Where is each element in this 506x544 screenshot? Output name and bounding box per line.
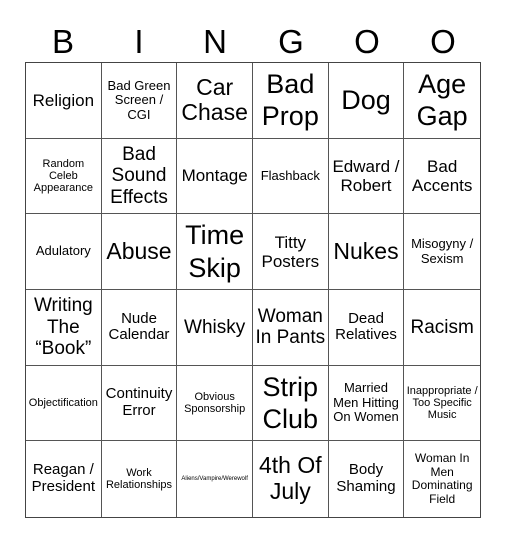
- bingo-cell-text: Continuity Error: [105, 385, 173, 419]
- bingo-cell[interactable]: Misogyny / Sexism: [404, 214, 480, 290]
- bingo-cell-text: Obvious Sponsorship: [184, 390, 246, 415]
- bingo-cell[interactable]: Married Men Hitting On Women: [328, 365, 405, 442]
- bingo-cell[interactable]: Inappropriate / Too Specific Music: [404, 366, 480, 442]
- bingo-cell-text: Nude Calendar: [108, 309, 170, 344]
- bingo-cell-text: Titty Posters: [261, 232, 320, 271]
- bingo-cell-text: Reagan / President: [31, 461, 96, 496]
- bingo-cell-text: 4th Of July: [258, 452, 322, 505]
- bingo-cell-text: Strip Club: [262, 371, 319, 434]
- bingo-cell[interactable]: Body Shaming: [329, 441, 405, 517]
- header-letter-b: B: [51, 23, 74, 60]
- bingo-cell[interactable]: Continuity Error: [101, 365, 178, 442]
- bingo-cell[interactable]: Writing The “Book”: [26, 289, 102, 366]
- bingo-cell[interactable]: Work Relationships: [102, 441, 178, 517]
- bingo-cell-text: Adulatory: [35, 243, 91, 259]
- bingo-cell-text: Montage: [181, 166, 248, 186]
- bingo-cell-text: Married Men Hitting On Women: [333, 380, 399, 425]
- bingo-cell-text: Woman In Men Dominating Field: [411, 451, 473, 506]
- bingo-cell-text: Bad Green Screen / CGI: [107, 77, 171, 122]
- bingo-cell-text: Aliens/Vampire/Werewolf: [181, 475, 248, 482]
- header-letter-o-2: O: [430, 23, 456, 60]
- bingo-cell-text: Bad Sound Effects: [110, 144, 168, 208]
- bingo-cell[interactable]: Obvious Sponsorship: [177, 365, 253, 442]
- bingo-cell[interactable]: Whisky: [177, 289, 253, 366]
- bingo-cell[interactable]: Woman In Men Dominating Field: [404, 441, 480, 517]
- bingo-cell-text: Dead Relatives: [335, 309, 397, 344]
- bingo-cell[interactable]: Objectification: [26, 365, 102, 442]
- bingo-cell-text: Religion: [32, 90, 95, 110]
- bingo-cell-text: Objectification: [28, 396, 98, 409]
- bingo-cell[interactable]: 4th Of July: [253, 441, 329, 517]
- bingo-header: B I N G O O: [25, 22, 481, 62]
- bingo-cell[interactable]: Abuse: [101, 214, 178, 290]
- bingo-cell[interactable]: Bad Prop: [252, 63, 329, 139]
- bingo-cell-text: Bad Prop: [261, 68, 319, 132]
- bingo-cell[interactable]: Random Celeb Appearance: [26, 138, 102, 215]
- bingo-grid: Religion Bad Green Screen / CGI Car Chase B…: [25, 62, 481, 518]
- bingo-cell[interactable]: Dog: [328, 63, 405, 139]
- bingo-cell[interactable]: Religion: [26, 63, 102, 139]
- bingo-cell[interactable]: Flashback: [252, 138, 329, 215]
- bingo-cell[interactable]: Reagan / President: [26, 441, 102, 517]
- bingo-cell-text: Dog: [341, 85, 391, 116]
- header-letter-g: G: [278, 23, 304, 60]
- bingo-cell[interactable]: Nukes: [328, 214, 405, 290]
- bingo-cell-text: Bad Accents: [411, 156, 473, 195]
- bingo-cell-text: Woman In Pants: [255, 306, 326, 349]
- bingo-cell[interactable]: Age Gap: [404, 63, 480, 139]
- bingo-cell-text: Racism: [410, 316, 474, 338]
- bingo-cell[interactable]: Car Chase: [177, 63, 253, 139]
- bingo-cell-text: Edward / Robert: [332, 156, 400, 195]
- bingo-cell-text: Misogyny / Sexism: [411, 236, 474, 266]
- bingo-cell-text: Whisky: [184, 316, 246, 338]
- bingo-cell-text: Work Relationships: [105, 466, 173, 492]
- bingo-cell-text: Random Celeb Appearance: [33, 157, 93, 195]
- bingo-cell[interactable]: Bad Accents: [404, 139, 480, 215]
- bingo-cell[interactable]: Aliens/Vampire/Werewolf: [177, 441, 253, 517]
- bingo-cell-text: Time Skip: [185, 220, 245, 283]
- bingo-cell[interactable]: Nude Calendar: [101, 289, 178, 366]
- bingo-cell-text: Body Shaming: [336, 461, 396, 496]
- bingo-cell-text: Writing The “Book”: [33, 295, 93, 359]
- bingo-cell[interactable]: Racism: [404, 290, 480, 366]
- bingo-cell[interactable]: Bad Green Screen / CGI: [101, 63, 178, 139]
- bingo-cell[interactable]: Edward / Robert: [328, 138, 405, 215]
- bingo-cell[interactable]: Strip Club: [252, 365, 329, 442]
- bingo-cell-text: Nukes: [333, 237, 399, 264]
- bingo-cell-text: Flashback: [260, 167, 320, 183]
- bingo-cell[interactable]: Woman In Pants: [252, 289, 329, 366]
- bingo-cell[interactable]: Time Skip: [177, 214, 253, 290]
- header-letter-o: O: [354, 23, 380, 60]
- bingo-cell[interactable]: Bad Sound Effects: [101, 138, 178, 215]
- bingo-cell[interactable]: Dead Relatives: [328, 289, 405, 366]
- bingo-cell-text: Inappropriate / Too Specific Music: [406, 384, 478, 422]
- bingo-cell[interactable]: Adulatory: [26, 214, 102, 290]
- header-letter-n: N: [203, 23, 227, 60]
- bingo-cell[interactable]: Montage: [177, 138, 253, 215]
- bingo-cell-text: Car Chase: [181, 73, 248, 126]
- header-letter-i: I: [134, 23, 144, 60]
- bingo-cell[interactable]: Titty Posters: [252, 214, 329, 290]
- bingo-cell-text: Age Gap: [416, 68, 468, 132]
- bingo-cell-text: Abuse: [106, 237, 172, 264]
